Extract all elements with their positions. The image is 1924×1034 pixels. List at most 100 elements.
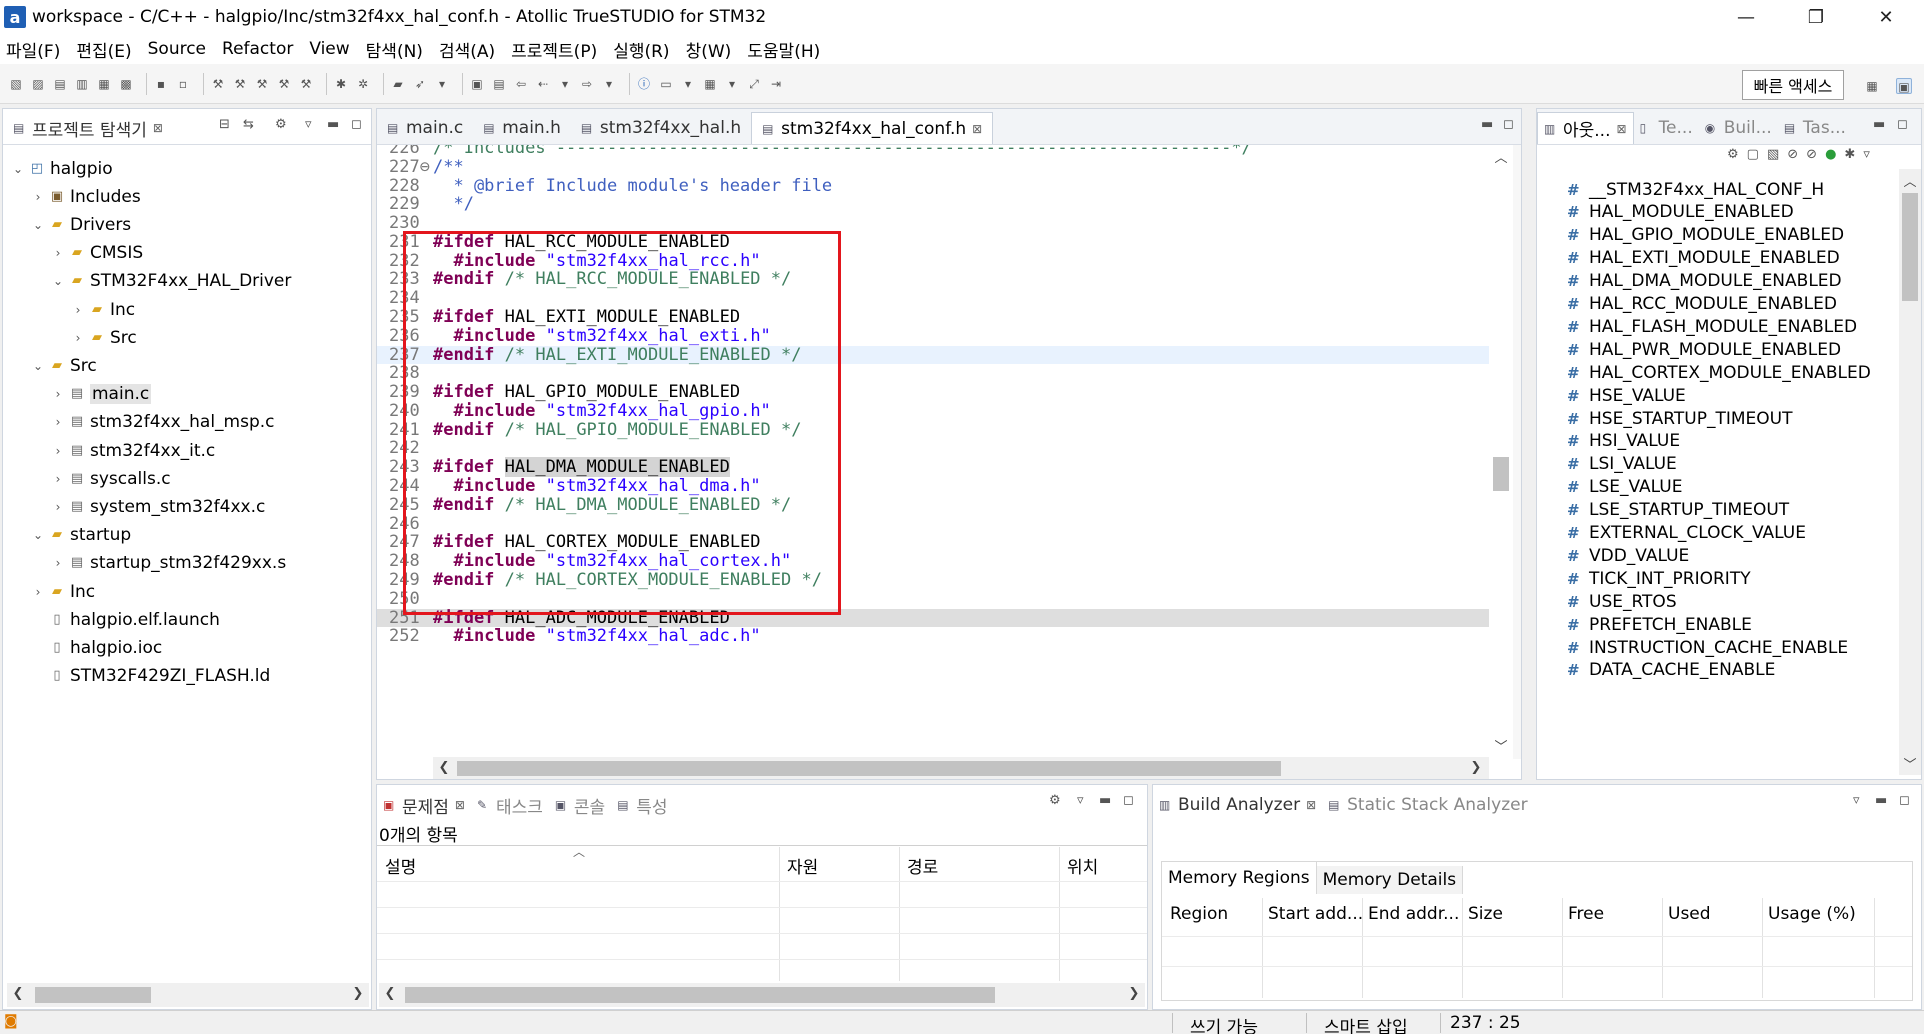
hide-non-public-icon[interactable]: ⊘ bbox=[1787, 147, 1798, 162]
tree-item[interactable]: › ▤ main.c bbox=[51, 383, 152, 406]
chevron-right-icon[interactable]: › bbox=[71, 331, 85, 345]
debug-icon[interactable]: ✱ bbox=[333, 76, 349, 92]
menu-project[interactable]: 프로젝트(P) bbox=[511, 37, 597, 62]
outline-item[interactable]: # HSE_STARTUP_TIMEOUT bbox=[1567, 407, 1792, 430]
rss-icon[interactable]: ◙ bbox=[4, 1013, 18, 1029]
scroll-left-icon[interactable]: ❮ bbox=[381, 986, 399, 1001]
save-icon[interactable]: ▪ bbox=[153, 76, 169, 92]
forward-icon[interactable]: ⇨ bbox=[579, 76, 595, 92]
outline-item[interactable]: # VDD_VALUE bbox=[1567, 544, 1689, 567]
run-icon[interactable]: ➶ bbox=[412, 76, 428, 92]
outline-item[interactable]: # LSE_STARTUP_TIMEOUT bbox=[1567, 499, 1789, 522]
code-line[interactable]: 252 #include "stm32f4xx_hal_adc.h" bbox=[377, 627, 1521, 646]
tree-item[interactable]: › ▰ Inc bbox=[31, 580, 96, 603]
build-config-icon[interactable]: ⚒ bbox=[298, 76, 314, 92]
tab-problems[interactable]: ▣ 문제점 ⊠ bbox=[377, 789, 471, 821]
close-icon[interactable]: ⊠ bbox=[1617, 122, 1627, 136]
back-icon[interactable]: ⇦ bbox=[513, 76, 529, 92]
close-icon[interactable]: ⊠ bbox=[1306, 798, 1316, 812]
scroll-right-icon[interactable]: ❯ bbox=[1125, 986, 1143, 1001]
debug-config-icon[interactable]: ✲ bbox=[355, 76, 371, 92]
tree-item[interactable]: ⌄ ▰ Src bbox=[31, 354, 97, 377]
chevron-right-icon[interactable]: › bbox=[51, 415, 65, 429]
chevron-down-icon[interactable]: ▿ bbox=[1853, 793, 1860, 808]
tree-item[interactable]: ⌄ ◰ halgpio bbox=[11, 157, 113, 180]
column-header-path[interactable]: 경로 bbox=[907, 853, 938, 878]
scroll-thumb[interactable] bbox=[35, 987, 151, 1003]
minimize-button[interactable]: — bbox=[1716, 0, 1776, 34]
chevron-right-icon[interactable]: › bbox=[31, 585, 45, 599]
column-header-used[interactable]: Used bbox=[1668, 904, 1711, 924]
scroll-thumb[interactable] bbox=[405, 987, 995, 1003]
chevron-right-icon[interactable]: › bbox=[51, 556, 65, 570]
tree-item[interactable]: › ▤ system_stm32f4xx.c bbox=[51, 495, 266, 518]
chevron-down-icon[interactable]: ▿ bbox=[1863, 147, 1870, 162]
tree-item[interactable]: ▯ halgpio.ioc bbox=[31, 636, 162, 659]
import-icon[interactable]: ▩ bbox=[118, 76, 134, 92]
new-class-icon[interactable]: ▦ bbox=[96, 76, 112, 92]
editor-horizontal-scrollbar[interactable]: ❮ ❯ bbox=[433, 757, 1489, 779]
tree-item[interactable]: › ▰ CMSIS bbox=[51, 242, 144, 265]
menu-refactor[interactable]: Refactor bbox=[222, 39, 293, 59]
chevron-down-icon[interactable]: ⌄ bbox=[31, 218, 45, 232]
scroll-thumb[interactable] bbox=[1493, 457, 1509, 491]
column-header-end-address[interactable]: End addr... bbox=[1368, 904, 1459, 924]
maximize-icon[interactable]: ◻ bbox=[1503, 117, 1514, 132]
problems-horizontal-scrollbar[interactable]: ❮ ❯ bbox=[379, 983, 1145, 1007]
code-line[interactable]: 246 bbox=[377, 514, 1521, 534]
tab-te[interactable]: ▯ Te... bbox=[1634, 112, 1699, 144]
chevron-right-icon[interactable]: › bbox=[51, 472, 65, 486]
tab-outline[interactable]: ▥ 아웃... ⊠ bbox=[1537, 112, 1634, 144]
tree-item[interactable]: › ▤ stm32f4xx_it.c bbox=[51, 439, 216, 462]
open-folder-icon[interactable]: ▰ bbox=[390, 76, 406, 92]
column-header-start-address[interactable]: Start add... bbox=[1268, 904, 1363, 924]
scroll-left-icon[interactable]: ❮ bbox=[435, 760, 453, 775]
export-icon[interactable]: ⇥ bbox=[768, 76, 784, 92]
tab-tasks[interactable]: ▤ Tas... bbox=[1778, 112, 1852, 144]
outline-item[interactable]: # DATA_CACHE_ENABLE bbox=[1567, 659, 1775, 682]
chevron-right-icon[interactable]: › bbox=[31, 190, 45, 204]
menu-view[interactable]: View bbox=[309, 39, 349, 59]
chevron-down-icon[interactable]: ▿ bbox=[1077, 793, 1084, 808]
code-line[interactable]: 233 #endif /* HAL_RCC_MODULE_ENABLED */ bbox=[377, 270, 1521, 289]
chevron-down-icon[interactable]: ⌄ bbox=[11, 162, 25, 176]
outline-item[interactable]: # LSE_VALUE bbox=[1567, 476, 1682, 499]
column-header-usage[interactable]: Usage (%) bbox=[1768, 904, 1856, 924]
code-line[interactable]: 240 #include "stm32f4xx_hal_gpio.h" bbox=[377, 402, 1521, 421]
chevron-right-icon[interactable]: › bbox=[51, 246, 65, 260]
code-editor[interactable]: 226 /* Includes -------------------------… bbox=[377, 145, 1521, 757]
tab-static-stack-analyzer[interactable]: ▤ Static Stack Analyzer bbox=[1322, 789, 1533, 821]
tab-properties[interactable]: ▤ 특성 bbox=[611, 789, 673, 821]
code-line[interactable]: 235 #ifdef HAL_EXTI_MODULE_ENABLED bbox=[377, 308, 1521, 327]
code-line[interactable]: 239 #ifdef HAL_GPIO_MODULE_ENABLED bbox=[377, 383, 1521, 402]
code-line[interactable]: 236 #include "stm32f4xx_hal_exti.h" bbox=[377, 326, 1521, 346]
menu-source[interactable]: Source bbox=[148, 39, 206, 59]
close-icon[interactable]: ⊠ bbox=[455, 798, 465, 812]
outline-vertical-scrollbar[interactable]: ︿ ﹀ bbox=[1899, 169, 1921, 775]
chevron-down-icon[interactable]: ▾ bbox=[724, 76, 740, 92]
menu-window[interactable]: 창(W) bbox=[686, 37, 732, 62]
view-menu-icon[interactable]: ⚙ bbox=[275, 117, 287, 132]
chevron-down-icon[interactable]: ⌄ bbox=[31, 528, 45, 542]
code-line[interactable]: 243 #ifdef HAL_DMA_MODULE_ENABLED bbox=[377, 457, 1521, 478]
outline-item[interactable]: # HAL_FLASH_MODULE_ENABLED bbox=[1567, 315, 1857, 338]
maximize-icon[interactable]: ◻ bbox=[1899, 793, 1910, 808]
code-line[interactable]: 232 #include "stm32f4xx_hal_rcc.h" bbox=[377, 251, 1521, 271]
rebuild-icon[interactable]: ⚒ bbox=[276, 76, 292, 92]
code-line[interactable]: 248 #include "stm32f4xx_hal_cortex.h" bbox=[377, 552, 1521, 571]
tab-build[interactable]: ◉ Buil... bbox=[1699, 112, 1778, 144]
code-line[interactable]: 229 */ bbox=[377, 195, 1521, 214]
scroll-right-icon[interactable]: ❯ bbox=[1467, 760, 1485, 775]
outline-item[interactable]: # HSE_VALUE bbox=[1567, 384, 1686, 407]
filter-icon[interactable]: ⊘ bbox=[1806, 147, 1817, 162]
new-header-file-icon[interactable]: ▥ bbox=[74, 76, 90, 92]
chevron-down-icon[interactable]: ▾ bbox=[434, 76, 450, 92]
tab-tasks-kr[interactable]: ✎ 태스크 bbox=[471, 789, 549, 821]
minimize-icon[interactable]: ▬ bbox=[1873, 117, 1885, 132]
menu-help[interactable]: 도움말(H) bbox=[747, 37, 820, 62]
quick-access-button[interactable]: 빠른 액세스 bbox=[1742, 70, 1844, 100]
code-line[interactable]: 231 #ifdef HAL_RCC_MODULE_ENABLED bbox=[377, 233, 1521, 252]
tab-main-h[interactable]: ▤ main.h bbox=[473, 112, 571, 144]
column-header-resource[interactable]: 자원 bbox=[787, 853, 818, 878]
scroll-right-icon[interactable]: ❯ bbox=[349, 986, 367, 1001]
